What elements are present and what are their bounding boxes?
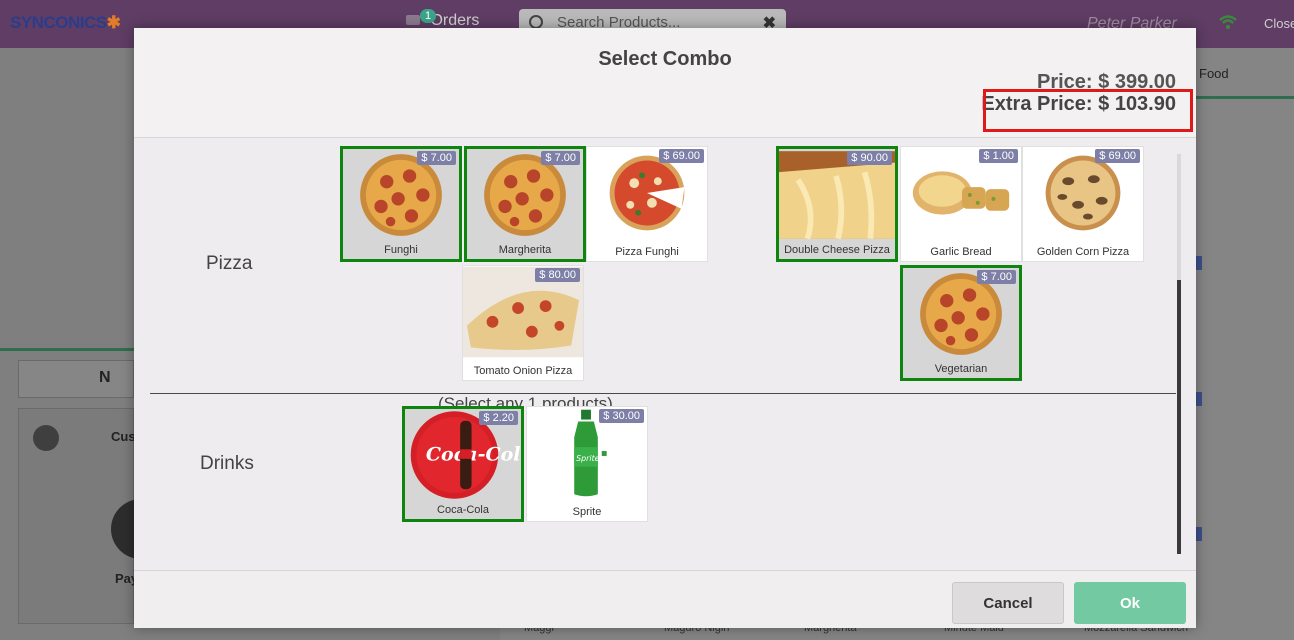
select-combo-modal: Select Combo Price: $ 399.00 Extra Price… bbox=[134, 28, 1196, 628]
modal-header: Select Combo Price: $ 399.00 Extra Price… bbox=[134, 28, 1196, 138]
product-name: Double Cheese Pizza bbox=[784, 244, 890, 256]
orders-icon bbox=[406, 15, 420, 25]
product-card-coca-cola[interactable]: Coca-Cola $ 2.20 Coca-Cola bbox=[402, 406, 524, 522]
product-card-funghi[interactable]: $ 7.00 Funghi bbox=[340, 146, 462, 262]
product-edge-marker bbox=[1196, 392, 1202, 406]
note-label: N bbox=[99, 369, 111, 386]
customer-panel: Cus Pay bbox=[18, 408, 155, 624]
group-divider bbox=[150, 393, 1176, 394]
product-card-golden-corn-pizza[interactable]: $ 69.00 Golden Corn Pizza bbox=[1022, 146, 1144, 262]
price-badge: $ 7.00 bbox=[541, 151, 580, 165]
extra-price-highlight bbox=[983, 89, 1193, 132]
group-label-drinks: Drinks bbox=[200, 453, 254, 474]
svg-text:Coca-Cola: Coca-Cola bbox=[426, 444, 521, 466]
modal-body: Pizza (Select any 1 products) Drinks $ 7… bbox=[134, 138, 1196, 570]
price-badge: $ 90.00 bbox=[847, 151, 892, 165]
product-card-margherita[interactable]: $ 7.00 Margherita bbox=[464, 146, 586, 262]
price-badge: $ 2.20 bbox=[479, 411, 518, 425]
price-badge: $ 69.00 bbox=[659, 149, 704, 163]
product-name: Garlic Bread bbox=[930, 246, 992, 258]
orders-label: Orders bbox=[430, 12, 480, 29]
product-name: Tomato Onion Pizza bbox=[473, 365, 573, 377]
scrollbar-thumb[interactable] bbox=[1177, 280, 1181, 554]
modal-footer: Cancel Ok bbox=[134, 570, 1196, 628]
product-name: Margherita bbox=[498, 244, 552, 256]
price-badge: $ 7.00 bbox=[977, 270, 1016, 284]
ok-button[interactable]: Ok bbox=[1074, 582, 1186, 624]
product-name: Vegetarian bbox=[934, 363, 988, 375]
app-logo: SYNCONICS✱ bbox=[10, 13, 121, 32]
product-card-pizza-funghi[interactable]: $ 69.00 Pizza Funghi bbox=[586, 146, 708, 262]
note-button[interactable]: N bbox=[18, 360, 134, 398]
product-card-tomato-onion-pizza[interactable]: $ 80.00 Tomato Onion Pizza bbox=[462, 265, 584, 381]
customer-avatar-icon bbox=[33, 425, 59, 451]
product-edge-marker bbox=[1196, 256, 1202, 270]
close-button[interactable]: Close bbox=[1264, 16, 1294, 31]
product-name: Golden Corn Pizza bbox=[1036, 246, 1130, 258]
group-label-pizza: Pizza bbox=[206, 253, 253, 274]
price-badge: $ 80.00 bbox=[535, 268, 580, 282]
product-name: Funghi bbox=[384, 244, 418, 256]
svg-text:Sprite: Sprite bbox=[576, 454, 599, 463]
category-tab-food[interactable]: Food bbox=[1199, 66, 1229, 81]
price-badge: $ 7.00 bbox=[417, 151, 456, 165]
search-icon bbox=[529, 15, 543, 29]
product-card-vegetarian[interactable]: $ 7.00 Vegetarian bbox=[900, 265, 1022, 381]
category-tab-underline bbox=[1196, 96, 1294, 99]
price-badge: $ 69.00 bbox=[1095, 149, 1140, 163]
cancel-button[interactable]: Cancel bbox=[952, 582, 1064, 624]
price-badge: $ 1.00 bbox=[979, 149, 1018, 163]
product-name: Sprite bbox=[572, 506, 602, 518]
customer-label[interactable]: Cus bbox=[111, 429, 136, 444]
product-edge-marker bbox=[1196, 527, 1202, 541]
product-card-garlic-bread[interactable]: $ 1.00 Garlic Bread bbox=[900, 146, 1022, 262]
product-name: Coca-Cola bbox=[437, 504, 489, 516]
modal-scrollbar[interactable] bbox=[1177, 154, 1181, 554]
order-panel-divider bbox=[0, 348, 134, 351]
price-badge: $ 30.00 bbox=[599, 409, 644, 423]
modal-title: Select Combo bbox=[598, 48, 732, 70]
orders-count-badge: 1 bbox=[420, 9, 437, 23]
wifi-icon bbox=[1218, 14, 1238, 35]
product-name: Pizza Funghi bbox=[615, 246, 679, 258]
product-card-double-cheese-pizza[interactable]: $ 90.00 Double Cheese Pizza bbox=[776, 146, 898, 262]
product-card-sprite[interactable]: Sprite $ 30.00 Sprite bbox=[526, 406, 648, 522]
